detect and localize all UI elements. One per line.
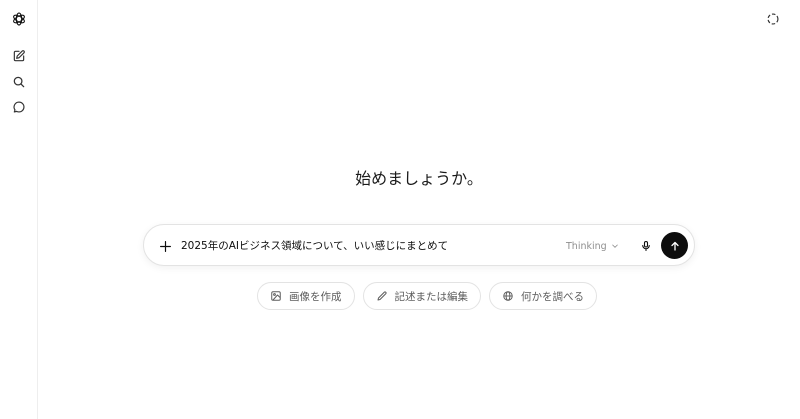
image-icon (271, 291, 281, 301)
suggestion-research[interactable]: 何かを調べる (489, 282, 597, 310)
search-icon (13, 76, 25, 88)
microphone-icon (642, 240, 650, 252)
add-attachment-button[interactable] (154, 235, 176, 257)
model-selector[interactable]: Thinking (566, 237, 619, 255)
dashed-circle-icon (767, 13, 779, 25)
suggestion-write-edit[interactable]: 記述または編集 (362, 282, 481, 310)
suggestion-label: 何かを調べる (521, 290, 584, 303)
chats-button[interactable] (9, 97, 29, 117)
chat-bubble-icon (13, 101, 25, 113)
voice-input-button[interactable] (636, 236, 656, 256)
model-selector-label: Thinking (566, 240, 607, 252)
temporary-chat-button[interactable] (764, 10, 782, 28)
chat-app: 始めましょうか。 Thinking (0, 0, 800, 419)
sidebar-rail (0, 0, 38, 419)
prompt-composer: Thinking (143, 224, 695, 266)
prompt-input[interactable] (181, 236, 551, 256)
plus-icon (159, 240, 171, 252)
new-chat-button[interactable] (9, 46, 29, 66)
chevron-down-icon (611, 244, 618, 248)
arrow-up-icon (670, 241, 679, 251)
suggestion-label: 記述または編集 (394, 290, 469, 303)
openai-logo-icon[interactable] (9, 9, 29, 29)
globe-icon (503, 291, 513, 301)
page-title: 始めましょうか。 (355, 169, 483, 188)
suggestion-create-image[interactable]: 画像を作成 (257, 282, 355, 310)
suggestion-label: 画像を作成 (289, 290, 342, 303)
send-button[interactable] (661, 232, 688, 259)
edit-icon (13, 50, 25, 62)
search-button[interactable] (9, 72, 29, 92)
suggestion-chips: 画像を作成 記述または編集 何かを調べる (38, 282, 800, 310)
pencil-icon (377, 291, 387, 301)
